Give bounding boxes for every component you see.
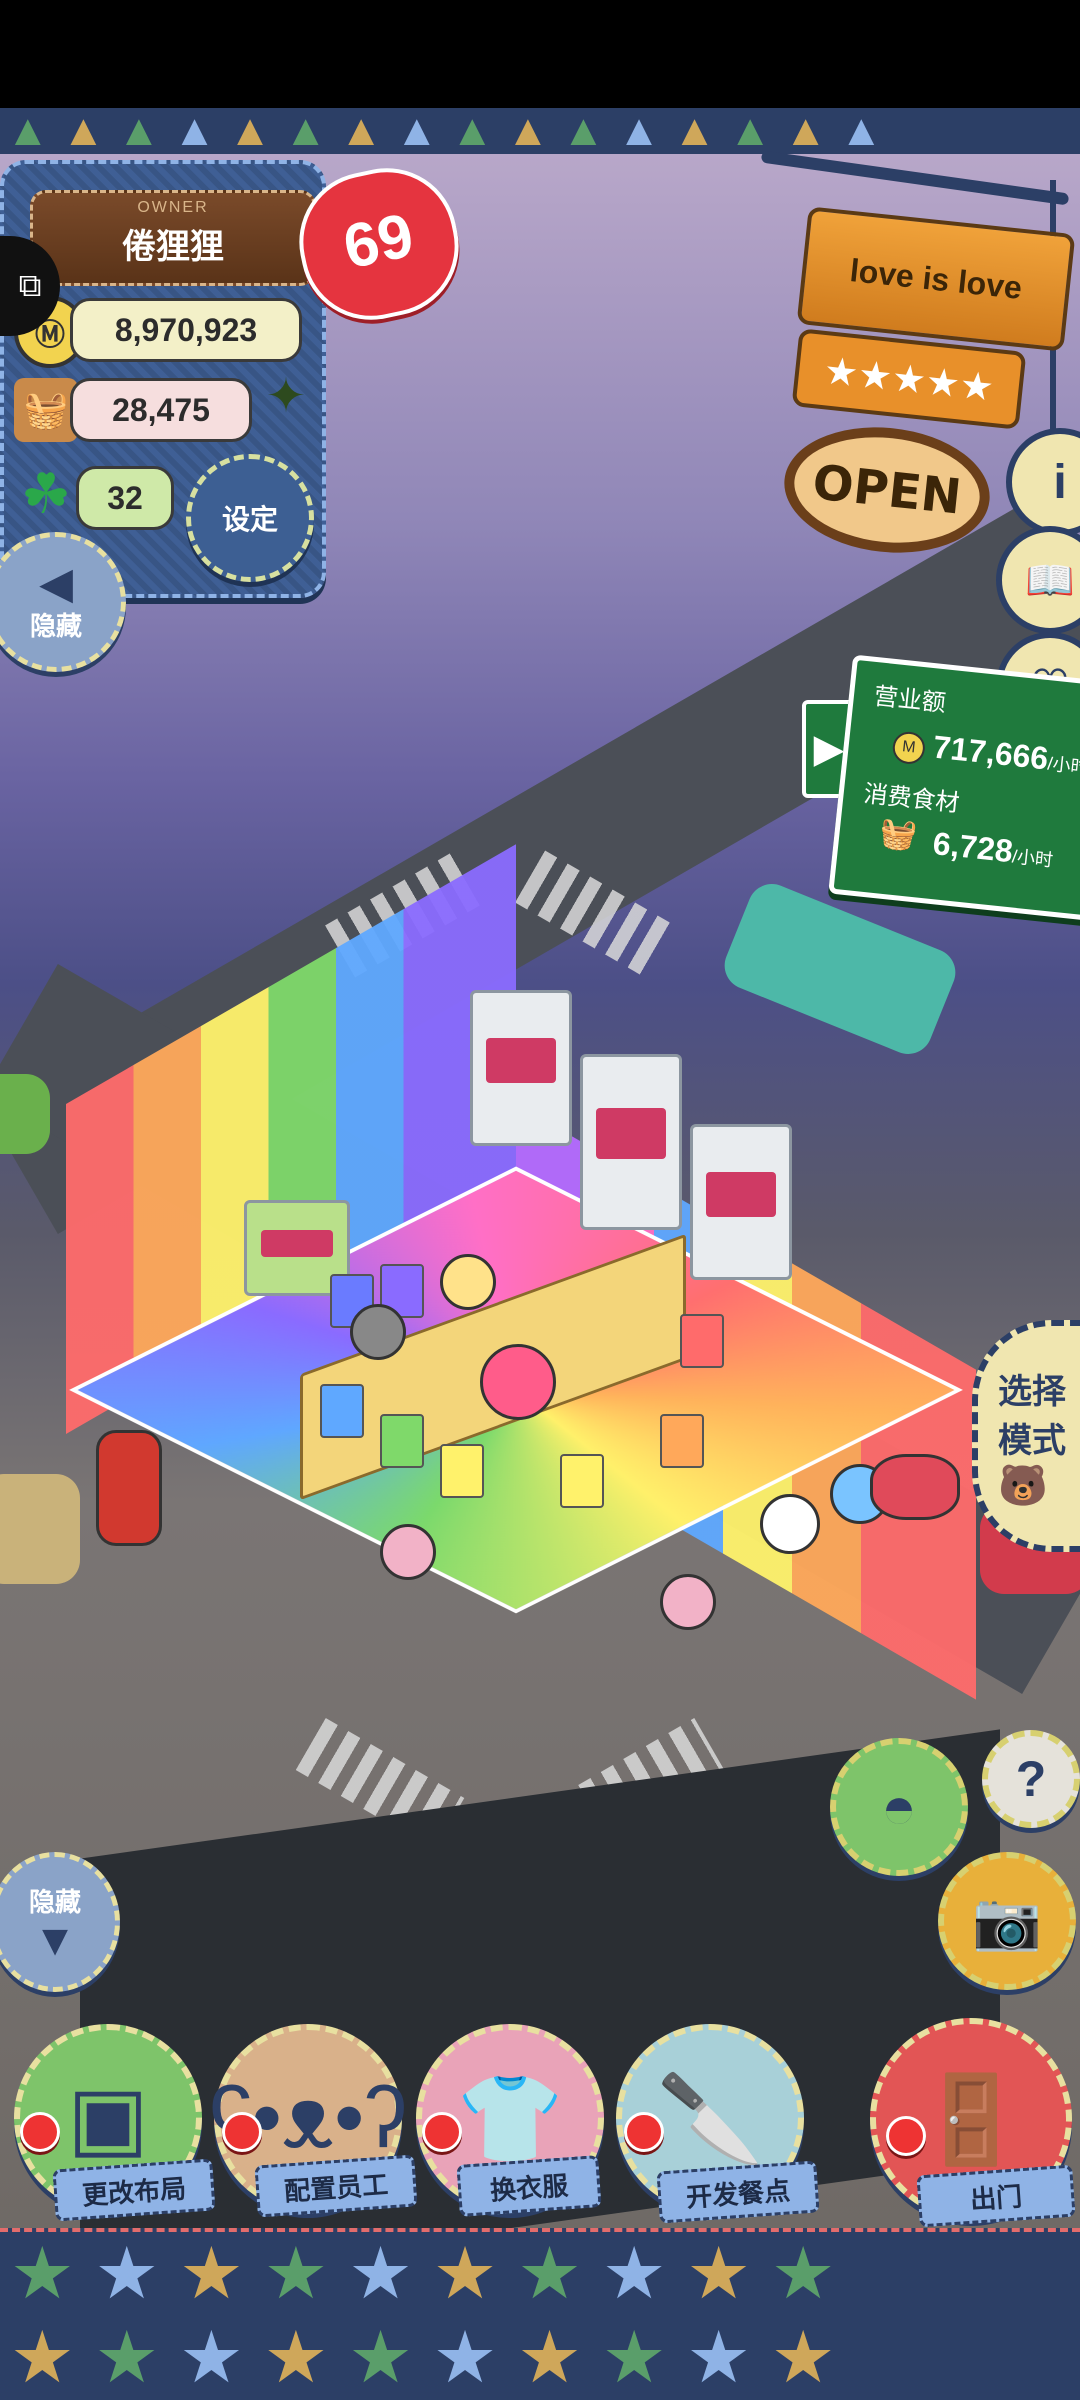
hat-button[interactable]: ◓ [830,1738,968,1876]
chair[interactable] [320,1384,364,1438]
heart-value: 69 [337,200,420,283]
coin-icon: M [891,730,927,766]
ingredients-display: 28,475 [70,378,252,442]
coins-display: 8,970,923 [70,298,302,362]
shirt-icon: 👕 [456,2070,564,2167]
camera-icon: 📷 [972,1889,1042,1952]
settings-button[interactable]: 设定 [186,454,314,582]
hide-bottom-label: 隐藏 [28,1887,81,1918]
notification-pin [20,2112,60,2152]
consume-unit: /小时 [1011,846,1054,871]
sparkle-icon: ✦ [265,370,307,423]
owner-name: 倦狸狸 [122,227,224,267]
oven[interactable] [470,990,572,1146]
clover-display: 32 [76,466,174,530]
staff-label: 配置员工 [254,2154,418,2218]
notification-pin [624,2112,664,2152]
develop-menu-label: 开发餐点 [656,2160,820,2224]
staff-animal[interactable] [760,1494,820,1554]
door-icon: 🚪 [917,2071,1025,2168]
notification-pin [222,2112,262,2152]
chair[interactable] [680,1314,724,1368]
consume-value: 6,728 [931,825,1015,870]
car-beige [0,1474,80,1584]
ingredients-basket-icon: 🧺 [14,378,78,442]
income-label: 营业额 [872,682,948,718]
mode-label-line1: 选择 [998,1371,1066,1412]
bear-icon: 🐻 [998,1462,1048,1509]
ingredients-basket-icon: 🧺 [878,816,919,854]
oven[interactable] [580,1054,682,1230]
owner-nameplate[interactable]: OWNER 倦狸狸 [30,190,316,286]
burger-decoration[interactable] [96,1430,162,1546]
shop-name: love is love [848,251,1024,306]
chair[interactable] [560,1454,604,1508]
customer-animal[interactable] [350,1304,406,1360]
customer-animal[interactable] [380,1524,436,1580]
consume-label: 消费食材 [862,779,961,818]
knife-icon: 🔪 [656,2070,764,2167]
oven[interactable] [690,1124,792,1280]
hide-top-label: 隐藏 [29,611,82,642]
income-unit: /小时 [1046,753,1080,778]
go-out-label: 出门 [916,2164,1076,2228]
top-star-border: ▲ ▲ ▲ ▲ ▲ ▲ ▲ ▲ ▲ ▲ ▲ ▲ ▲ ▲ ▲ ▲ [0,108,1080,158]
car-teal [717,876,963,1062]
round-table[interactable] [870,1454,960,1520]
puzzle-icon: ⧉ [18,267,42,303]
chair[interactable] [440,1444,484,1498]
game-screen: ▲ ▲ ▲ ▲ ▲ ▲ ▲ ▲ ▲ ▲ ▲ ▲ ▲ ▲ ▲ ▲ OWNER 倦狸… [0,0,1080,2400]
arrow-down-icon: ▼ [33,1915,77,1965]
staff-animal[interactable] [440,1254,496,1310]
notification-pin [422,2112,462,2152]
revenue-board[interactable]: 营业额 M 717,666/小时 消费食材 🧺 6,728/小时 [828,654,1080,922]
open-label: OPEN [809,454,964,526]
bottom-star-border: ★ ★ ★ ★ ★ ★ ★ ★ ★ ★ ★ ★ ★ ★ ★ ★ ★ ★ ★ ★ [0,2228,1080,2400]
chair[interactable] [660,1414,704,1468]
box-icon: ▣ [67,2070,149,2166]
staff-animal[interactable] [660,1574,716,1630]
mode-label-line2: 模式 [998,1420,1066,1461]
income-value: 717,666 [931,728,1051,777]
clover-icon: ☘ [20,462,72,525]
hat-icon: ◓ [880,1773,918,1841]
select-mode-button[interactable]: 选择 模式 🐻 [972,1320,1080,1552]
question-icon: ? [1015,1751,1047,1807]
car-green [0,1074,50,1154]
status-bar-area [0,0,1080,108]
notification-pin [886,2116,926,2156]
mascot-chef[interactable] [480,1344,556,1420]
change-clothes-label: 换衣服 [456,2155,602,2217]
chair[interactable] [380,1414,424,1468]
settings-label: 设定 [221,503,278,536]
owner-caption: OWNER [137,199,209,216]
camera-button[interactable]: 📷 [938,1852,1076,1990]
change-layout-label: 更改布局 [52,2158,216,2222]
help-button[interactable]: ? [982,1730,1080,1828]
arrow-left-icon: ◀ [39,558,73,608]
